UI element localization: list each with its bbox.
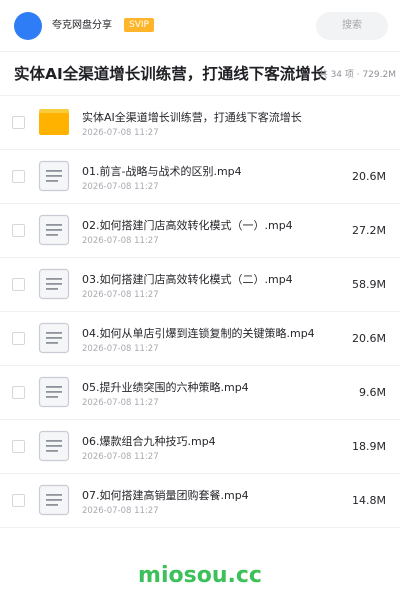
file-icon [38, 430, 70, 462]
page-title: 实体AI全渠道增长训练营，打通线下客流增长 [14, 65, 327, 83]
file-list: 实体AI全渠道增长训练营，打通线下客流增长 2026-07-08 11:27 0… [0, 96, 400, 528]
list-item[interactable]: 02.如何搭建门店高效转化模式（一）.mp4 2026-07-08 11:27 … [0, 204, 400, 258]
row-checkbox[interactable] [12, 170, 25, 183]
file-icon [38, 160, 70, 192]
file-size: 27.2M [352, 224, 386, 237]
list-item[interactable]: 01.前言-战略与战术的区别.mp4 2026-07-08 11:27 20.6… [0, 150, 400, 204]
avatar[interactable] [14, 12, 42, 40]
file-date: 2026-07-08 11:27 [82, 290, 159, 300]
file-date: 2026-07-08 11:27 [82, 236, 159, 246]
file-name[interactable]: 02.如何搭建门店高效转化模式（一）.mp4 [82, 219, 293, 233]
file-size: 20.6M [352, 170, 386, 183]
row-checkbox[interactable] [12, 494, 25, 507]
top-header: 夸克网盘分享 SVIP 搜索 [0, 0, 400, 52]
file-date: 2026-07-08 11:27 [82, 182, 159, 192]
user-name[interactable]: 夸克网盘分享 [52, 19, 112, 33]
list-item[interactable]: 03.如何搭建门店高效转化模式（二）.mp4 2026-07-08 11:27 … [0, 258, 400, 312]
row-checkbox[interactable] [12, 224, 25, 237]
list-item[interactable]: 07.如何搭建高销量团购套餐.mp4 2026-07-08 11:27 14.8… [0, 474, 400, 528]
row-checkbox[interactable] [12, 386, 25, 399]
row-checkbox[interactable] [12, 440, 25, 453]
list-item[interactable]: 05.提升业绩突围的六种策略.mp4 2026-07-08 11:27 9.6M [0, 366, 400, 420]
file-name[interactable]: 06.爆款组合九种技巧.mp4 [82, 435, 216, 449]
folder-meta: 共 34 项 · 729.2M [318, 70, 396, 80]
file-name[interactable]: 07.如何搭建高销量团购套餐.mp4 [82, 489, 249, 503]
search-input[interactable]: 搜索 [316, 12, 388, 40]
row-checkbox[interactable] [12, 332, 25, 345]
row-checkbox[interactable] [12, 278, 25, 291]
file-icon [38, 376, 70, 408]
list-item[interactable]: 04.如何从单店引爆到连锁复制的关键策略.mp4 2026-07-08 11:2… [0, 312, 400, 366]
folder-title-bar: 实体AI全渠道增长训练营，打通线下客流增长 共 34 项 · 729.2M [0, 52, 400, 96]
svip-badge: SVIP [124, 18, 154, 32]
file-icon [38, 214, 70, 246]
file-date: 2026-07-08 11:27 [82, 506, 159, 516]
file-size: 58.9M [352, 278, 386, 291]
row-checkbox[interactable] [12, 116, 25, 129]
file-size: 20.6M [352, 332, 386, 345]
file-size: 14.8M [352, 494, 386, 507]
file-icon [38, 268, 70, 300]
file-icon [38, 484, 70, 516]
file-name[interactable]: 04.如何从单店引爆到连锁复制的关键策略.mp4 [82, 327, 315, 341]
file-icon [38, 322, 70, 354]
watermark: miosou.cc [138, 563, 262, 588]
file-date: 2026-07-08 11:27 [82, 398, 159, 408]
file-name[interactable]: 05.提升业绩突围的六种策略.mp4 [82, 381, 249, 395]
file-name[interactable]: 01.前言-战略与战术的区别.mp4 [82, 165, 242, 179]
file-size: 9.6M [359, 386, 386, 399]
list-item[interactable]: 06.爆款组合九种技巧.mp4 2026-07-08 11:27 18.9M [0, 420, 400, 474]
file-date: 2026-07-08 11:27 [82, 452, 159, 462]
file-date: 2026-07-08 11:27 [82, 128, 159, 138]
file-date: 2026-07-08 11:27 [82, 344, 159, 354]
file-size: 18.9M [352, 440, 386, 453]
folder-icon [39, 109, 69, 135]
list-item[interactable]: 实体AI全渠道增长训练营，打通线下客流增长 2026-07-08 11:27 [0, 96, 400, 150]
file-name[interactable]: 03.如何搭建门店高效转化模式（二）.mp4 [82, 273, 293, 287]
file-name[interactable]: 实体AI全渠道增长训练营，打通线下客流增长 [82, 111, 302, 125]
